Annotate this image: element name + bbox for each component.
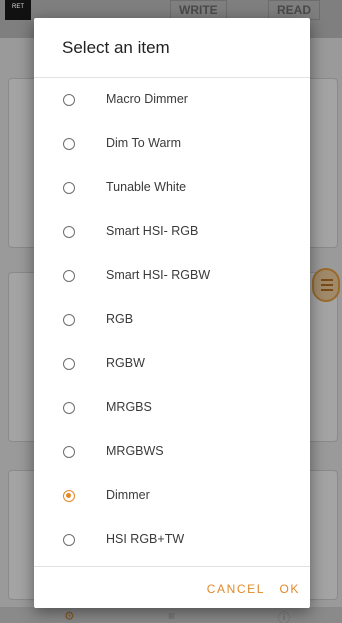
- radio-button[interactable]: [63, 226, 75, 238]
- option-dim-to-warm[interactable]: Dim To Warm: [34, 122, 310, 166]
- list-icon: ≡: [168, 609, 176, 623]
- radio-button[interactable]: [63, 534, 75, 546]
- option-list: Macro Dimmer Dim To Warm Tunable White S…: [34, 78, 310, 563]
- option-dimmer[interactable]: Dimmer: [34, 474, 310, 518]
- radio-button[interactable]: [63, 358, 75, 370]
- option-smart-hsi-rgbw[interactable]: Smart HSI- RGBW: [34, 254, 310, 298]
- dialog-title: Select an item: [62, 38, 170, 57]
- radio-button[interactable]: [63, 446, 75, 458]
- ok-button[interactable]: OK: [279, 582, 300, 596]
- app-logo: RET: [5, 0, 31, 20]
- radio-button[interactable]: [63, 402, 75, 414]
- option-hsi-rgb-tw[interactable]: HSI RGB+TW: [34, 518, 310, 562]
- option-label: Smart HSI- RGB: [106, 224, 199, 238]
- option-label: Dim To Warm: [106, 136, 181, 150]
- radio-button[interactable]: [63, 270, 75, 282]
- option-label: Macro Dimmer: [106, 92, 188, 106]
- cancel-button[interactable]: CANCEL: [207, 582, 265, 596]
- radio-button[interactable]: [63, 94, 75, 106]
- option-rgb[interactable]: RGB: [34, 298, 310, 342]
- background-tab-write: WRITE: [170, 0, 227, 20]
- option-label: Tunable White: [106, 180, 187, 194]
- divider: [34, 566, 310, 567]
- option-macro-dimmer[interactable]: Macro Dimmer: [34, 78, 310, 122]
- option-label: RGB: [106, 312, 134, 326]
- info-icon: ⓘ: [278, 611, 291, 623]
- option-mrgbs[interactable]: MRGBS: [34, 386, 310, 430]
- select-item-dialog: Select an item Macro Dimmer Dim To Warm …: [34, 18, 310, 608]
- option-smart-hsi-rgb[interactable]: Smart HSI- RGB: [34, 210, 310, 254]
- option-rgbw[interactable]: RGBW: [34, 342, 310, 386]
- radio-button[interactable]: [63, 138, 75, 150]
- option-label: Smart HSI- RGBW: [106, 268, 211, 282]
- radio-button-selected[interactable]: [63, 490, 75, 502]
- radio-button[interactable]: [63, 314, 75, 326]
- option-label: HSI RGB+TW: [106, 532, 185, 546]
- option-label: Dimmer: [106, 488, 150, 502]
- radio-button[interactable]: [63, 182, 75, 194]
- background-tab-read: READ: [268, 0, 321, 20]
- option-label: MRGBS: [106, 400, 152, 414]
- dialog-actions: CANCEL OK: [197, 580, 300, 598]
- side-menu-button: [312, 268, 340, 302]
- option-label: RGBW: [106, 356, 145, 370]
- gear-icon: ⚙: [64, 609, 75, 623]
- option-tunable-white[interactable]: Tunable White: [34, 166, 310, 210]
- option-label: MRGBWS: [106, 444, 164, 458]
- option-mrgbws[interactable]: MRGBWS: [34, 430, 310, 474]
